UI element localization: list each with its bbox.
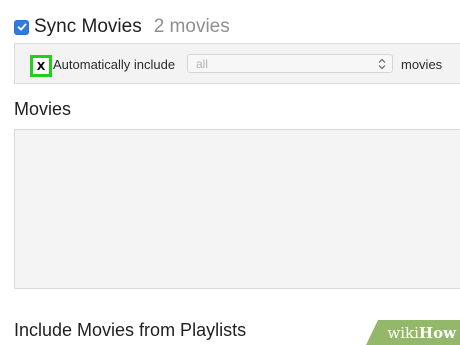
auto-include-checkbox[interactable]: X bbox=[30, 55, 52, 77]
wikihow-how-text: How bbox=[418, 323, 456, 342]
sync-movies-label: Sync Movies bbox=[34, 16, 142, 37]
movie-count: 2 movies bbox=[153, 16, 230, 37]
auto-include-suffix: movies bbox=[401, 57, 443, 72]
movies-list[interactable] bbox=[14, 129, 460, 289]
sync-movies-row: Sync Movies 2 movies bbox=[14, 14, 230, 40]
auto-include-select[interactable]: all bbox=[187, 54, 393, 73]
playlists-section-title: Include Movies from Playlists bbox=[14, 320, 247, 340]
select-value: all bbox=[196, 56, 209, 71]
wikihow-watermark: wiki How bbox=[366, 320, 460, 345]
auto-include-panel: X Automatically include all movies bbox=[14, 43, 460, 84]
checkmark-icon bbox=[17, 23, 26, 31]
x-mark-icon: X bbox=[36, 59, 46, 73]
movies-section-title: Movies bbox=[14, 99, 72, 119]
chevron-updown-icon bbox=[376, 56, 388, 71]
auto-include-label: Automatically include bbox=[53, 57, 176, 72]
sync-movies-checkbox[interactable] bbox=[14, 19, 29, 35]
wikihow-wiki-text: wiki bbox=[387, 323, 419, 342]
